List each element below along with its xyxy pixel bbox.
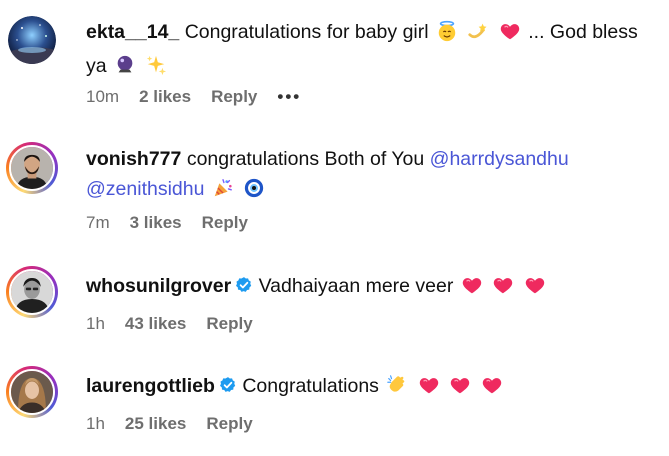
avatar[interactable] (6, 142, 58, 194)
verified-badge-icon (235, 273, 253, 291)
comment-username[interactable]: ekta__14_ (86, 21, 179, 43)
comment-time: 7m (86, 213, 110, 232)
comment-time: 10m (86, 87, 120, 106)
dizzy-emoji-icon (467, 20, 489, 51)
comment-username[interactable]: laurengottlieb (86, 375, 215, 397)
heart-emoji-icon (492, 274, 514, 305)
heart-emoji-icon (481, 374, 503, 405)
reply-button[interactable]: Reply (211, 87, 257, 107)
likes-count[interactable]: 25 likes (125, 414, 186, 434)
avatar[interactable] (6, 366, 58, 418)
mention-link[interactable]: @zenithsidhu (86, 178, 204, 200)
nazar-amulet-emoji-icon (243, 177, 265, 208)
sparkles-emoji-icon (145, 54, 167, 85)
mention-link[interactable]: @harrdysandhu (430, 148, 569, 170)
comment-text: laurengottlieb Congratulations (86, 371, 657, 405)
avatar[interactable] (8, 16, 56, 64)
comment-meta: 1h 25 likes Reply (86, 414, 273, 434)
heart-emoji-icon (499, 20, 521, 51)
likes-count[interactable]: 43 likes (125, 314, 186, 334)
comment-body: Vadhaiyaan mere veer (258, 275, 454, 297)
comment-username[interactable]: vonish777 (86, 148, 181, 170)
avatar[interactable] (6, 266, 58, 318)
angel-emoji-icon (436, 20, 458, 51)
heart-emoji-icon (449, 374, 471, 405)
heart-emoji-icon (461, 274, 483, 305)
likes-count[interactable]: 2 likes (139, 87, 191, 107)
reply-button[interactable]: Reply (206, 314, 252, 334)
comment-time: 1h (86, 314, 105, 333)
heart-emoji-icon (524, 274, 546, 305)
reply-button[interactable]: Reply (202, 213, 248, 233)
clapping-emoji-icon (386, 374, 408, 405)
likes-count[interactable]: 3 likes (130, 213, 182, 233)
comment-time: 1h (86, 414, 105, 433)
comment-meta: 10m 2 likes Reply ••• (86, 87, 321, 107)
comment-body: Congratulations (242, 375, 379, 397)
comment-body: congratulations Both of You (186, 148, 425, 170)
crystal-ball-emoji-icon (114, 54, 136, 85)
comment-meta: 1h 43 likes Reply (86, 314, 273, 334)
heart-emoji-icon (418, 374, 440, 405)
reply-button[interactable]: Reply (206, 414, 252, 434)
comment-body: Congratulations for baby girl (184, 21, 429, 43)
comment-meta: 7m 3 likes Reply (86, 213, 268, 233)
verified-badge-icon (219, 373, 237, 391)
comment-username[interactable]: whosunilgrover (86, 275, 231, 297)
comment-text: whosunilgrover Vadhaiyaan mere veer (86, 271, 657, 305)
party-popper-emoji-icon (212, 177, 234, 208)
comment-text: ekta__14_ Congratulations for baby girl … (86, 17, 657, 85)
comment-text: vonish777 congratulations Both of You @h… (86, 144, 657, 208)
more-options-icon[interactable]: ••• (277, 87, 301, 107)
